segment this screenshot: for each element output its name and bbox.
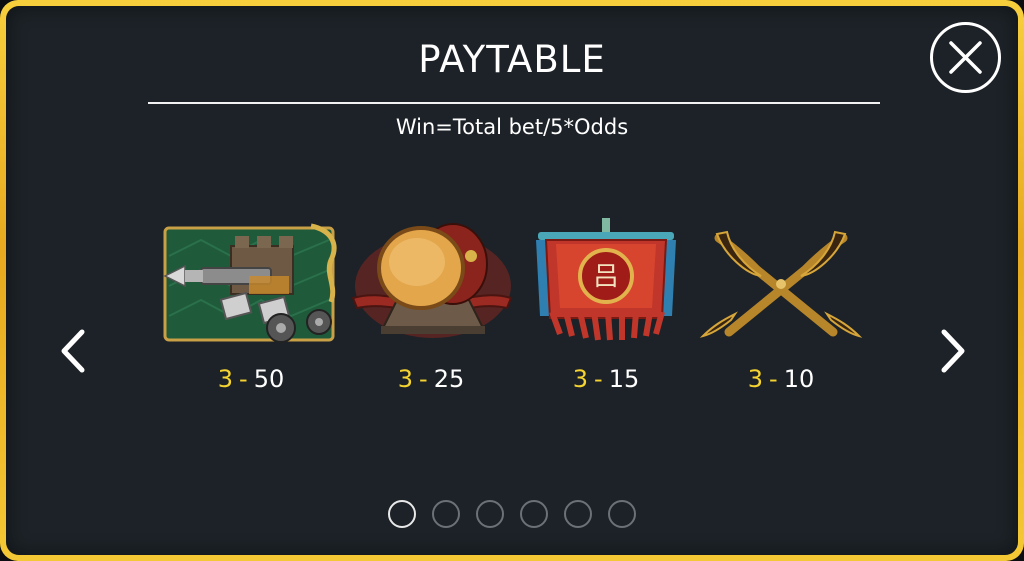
odds-value: 50 bbox=[253, 365, 285, 393]
page-title: PAYTABLE bbox=[418, 38, 606, 81]
odds-value: 25 bbox=[433, 365, 465, 393]
symbol-card-crossed-swords: 3-10 bbox=[691, 216, 871, 406]
payout-war-drum: 3-25 bbox=[341, 364, 521, 394]
page-dot-3[interactable] bbox=[476, 500, 504, 528]
paytable-panel: PAYTABLE Win=Total bet/5*Odds 3 - 50 3 -… bbox=[6, 6, 1018, 555]
symbol-card-battle-banner: 吕 3-15 bbox=[516, 216, 696, 406]
match-count: 3 bbox=[747, 365, 764, 393]
page-dot-1[interactable] bbox=[388, 500, 416, 528]
crossed-swords-icon bbox=[699, 230, 863, 338]
catapult-icon bbox=[163, 223, 337, 343]
page-dot-6[interactable] bbox=[608, 500, 636, 528]
odds-value: 15 bbox=[608, 365, 640, 393]
separator-dash: - bbox=[594, 365, 603, 393]
payout-catapult: 3-50 bbox=[161, 364, 341, 394]
odds-value: 10 bbox=[783, 365, 815, 393]
close-icon bbox=[949, 41, 982, 74]
paytable-dialog-frame: PAYTABLE Win=Total bet/5*Odds 3 - 50 3 -… bbox=[0, 0, 1024, 561]
svg-text:吕: 吕 bbox=[593, 262, 619, 292]
close-button[interactable] bbox=[930, 22, 1001, 93]
symbol-card-catapult: 3-50 bbox=[161, 216, 341, 406]
match-count: 3 bbox=[572, 365, 589, 393]
payout-battle-banner: 3-15 bbox=[516, 364, 696, 394]
payout-crossed-swords: 3-10 bbox=[691, 364, 871, 394]
title-divider bbox=[148, 102, 880, 104]
separator-dash: - bbox=[769, 365, 778, 393]
battle-banner-icon: 吕 bbox=[536, 218, 676, 341]
win-formula: Win=Total bet/5*Odds bbox=[395, 115, 629, 139]
match-count: 3 bbox=[397, 365, 414, 393]
separator-dash: - bbox=[239, 365, 248, 393]
symbol-row: 3-50 3-25 吕 3 - 15 3 - 10 bbox=[6, 216, 1018, 406]
page-dot-5[interactable] bbox=[564, 500, 592, 528]
page-indicator bbox=[6, 500, 1018, 528]
symbol-card-war-drum: 3-25 bbox=[341, 216, 521, 406]
page-dot-2[interactable] bbox=[432, 500, 460, 528]
page-dot-4[interactable] bbox=[520, 500, 548, 528]
match-count: 3 bbox=[217, 365, 234, 393]
war-drum-icon bbox=[351, 223, 513, 338]
separator-dash: - bbox=[419, 365, 428, 393]
